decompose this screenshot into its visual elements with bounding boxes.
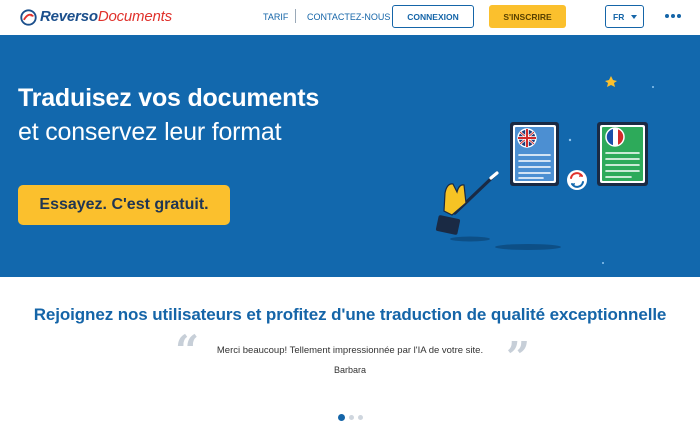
sparkle-dot-icon	[652, 86, 654, 88]
swap-arrows-icon	[567, 170, 587, 190]
try-free-button[interactable]: Essayez. C'est gratuit.	[18, 185, 230, 225]
chevron-down-icon	[631, 15, 637, 19]
more-horizontal-icon[interactable]	[665, 12, 681, 20]
top-nav-bar: ReversoDocuments TARIF CONTACTEZ-NOUS CO…	[0, 0, 700, 34]
dot	[677, 14, 681, 18]
language-select[interactable]: FR	[605, 5, 644, 28]
signup-button[interactable]: S'INSCRIRE	[489, 5, 566, 28]
reverso-logo-icon	[20, 8, 37, 26]
testimonial-quote: Merci beaucoup! Tellement impressionnée …	[216, 345, 484, 356]
document-shadow	[495, 244, 561, 250]
magic-wand-icon	[435, 171, 499, 235]
carousel-dot-2[interactable]	[349, 415, 354, 420]
logo-documents-text: Documents	[97, 8, 172, 25]
dot	[665, 14, 669, 18]
language-select-value: FR	[613, 11, 625, 22]
translation-illustration	[435, 76, 654, 264]
carousel-dot-1[interactable]	[338, 414, 345, 421]
hero-banner: Traduisez vos documents et conservez leu…	[0, 35, 700, 277]
carousel-pagination	[338, 414, 363, 421]
logo-text: ReversoDocuments	[40, 6, 172, 28]
reverso-documents-logo[interactable]: ReversoDocuments	[20, 6, 172, 28]
carousel-dot-3[interactable]	[358, 415, 363, 420]
testimonials-heading: Rejoignez nos utilisateurs et profitez d…	[33, 305, 667, 324]
document-shadow	[450, 236, 490, 242]
document-france-flag-icon	[597, 122, 648, 186]
document-uk-flag-icon	[510, 122, 559, 186]
testimonial-author: Barbara	[333, 365, 367, 375]
hero-title: Traduisez vos documents	[18, 84, 320, 112]
nav-divider	[295, 9, 296, 23]
sparkle-icon	[605, 76, 617, 87]
dot	[671, 14, 675, 18]
login-button[interactable]: CONNEXION	[392, 5, 474, 28]
logo-reverso-text: Reverso	[40, 8, 98, 25]
nav-link-contact[interactable]: CONTACTEZ-NOUS	[307, 10, 390, 24]
sparkle-dot-icon	[568, 138, 572, 142]
sparkle-dot-icon	[602, 262, 604, 264]
nav-link-tarif[interactable]: TARIF	[263, 10, 288, 24]
hero-subtitle: et conservez leur format	[18, 118, 282, 146]
